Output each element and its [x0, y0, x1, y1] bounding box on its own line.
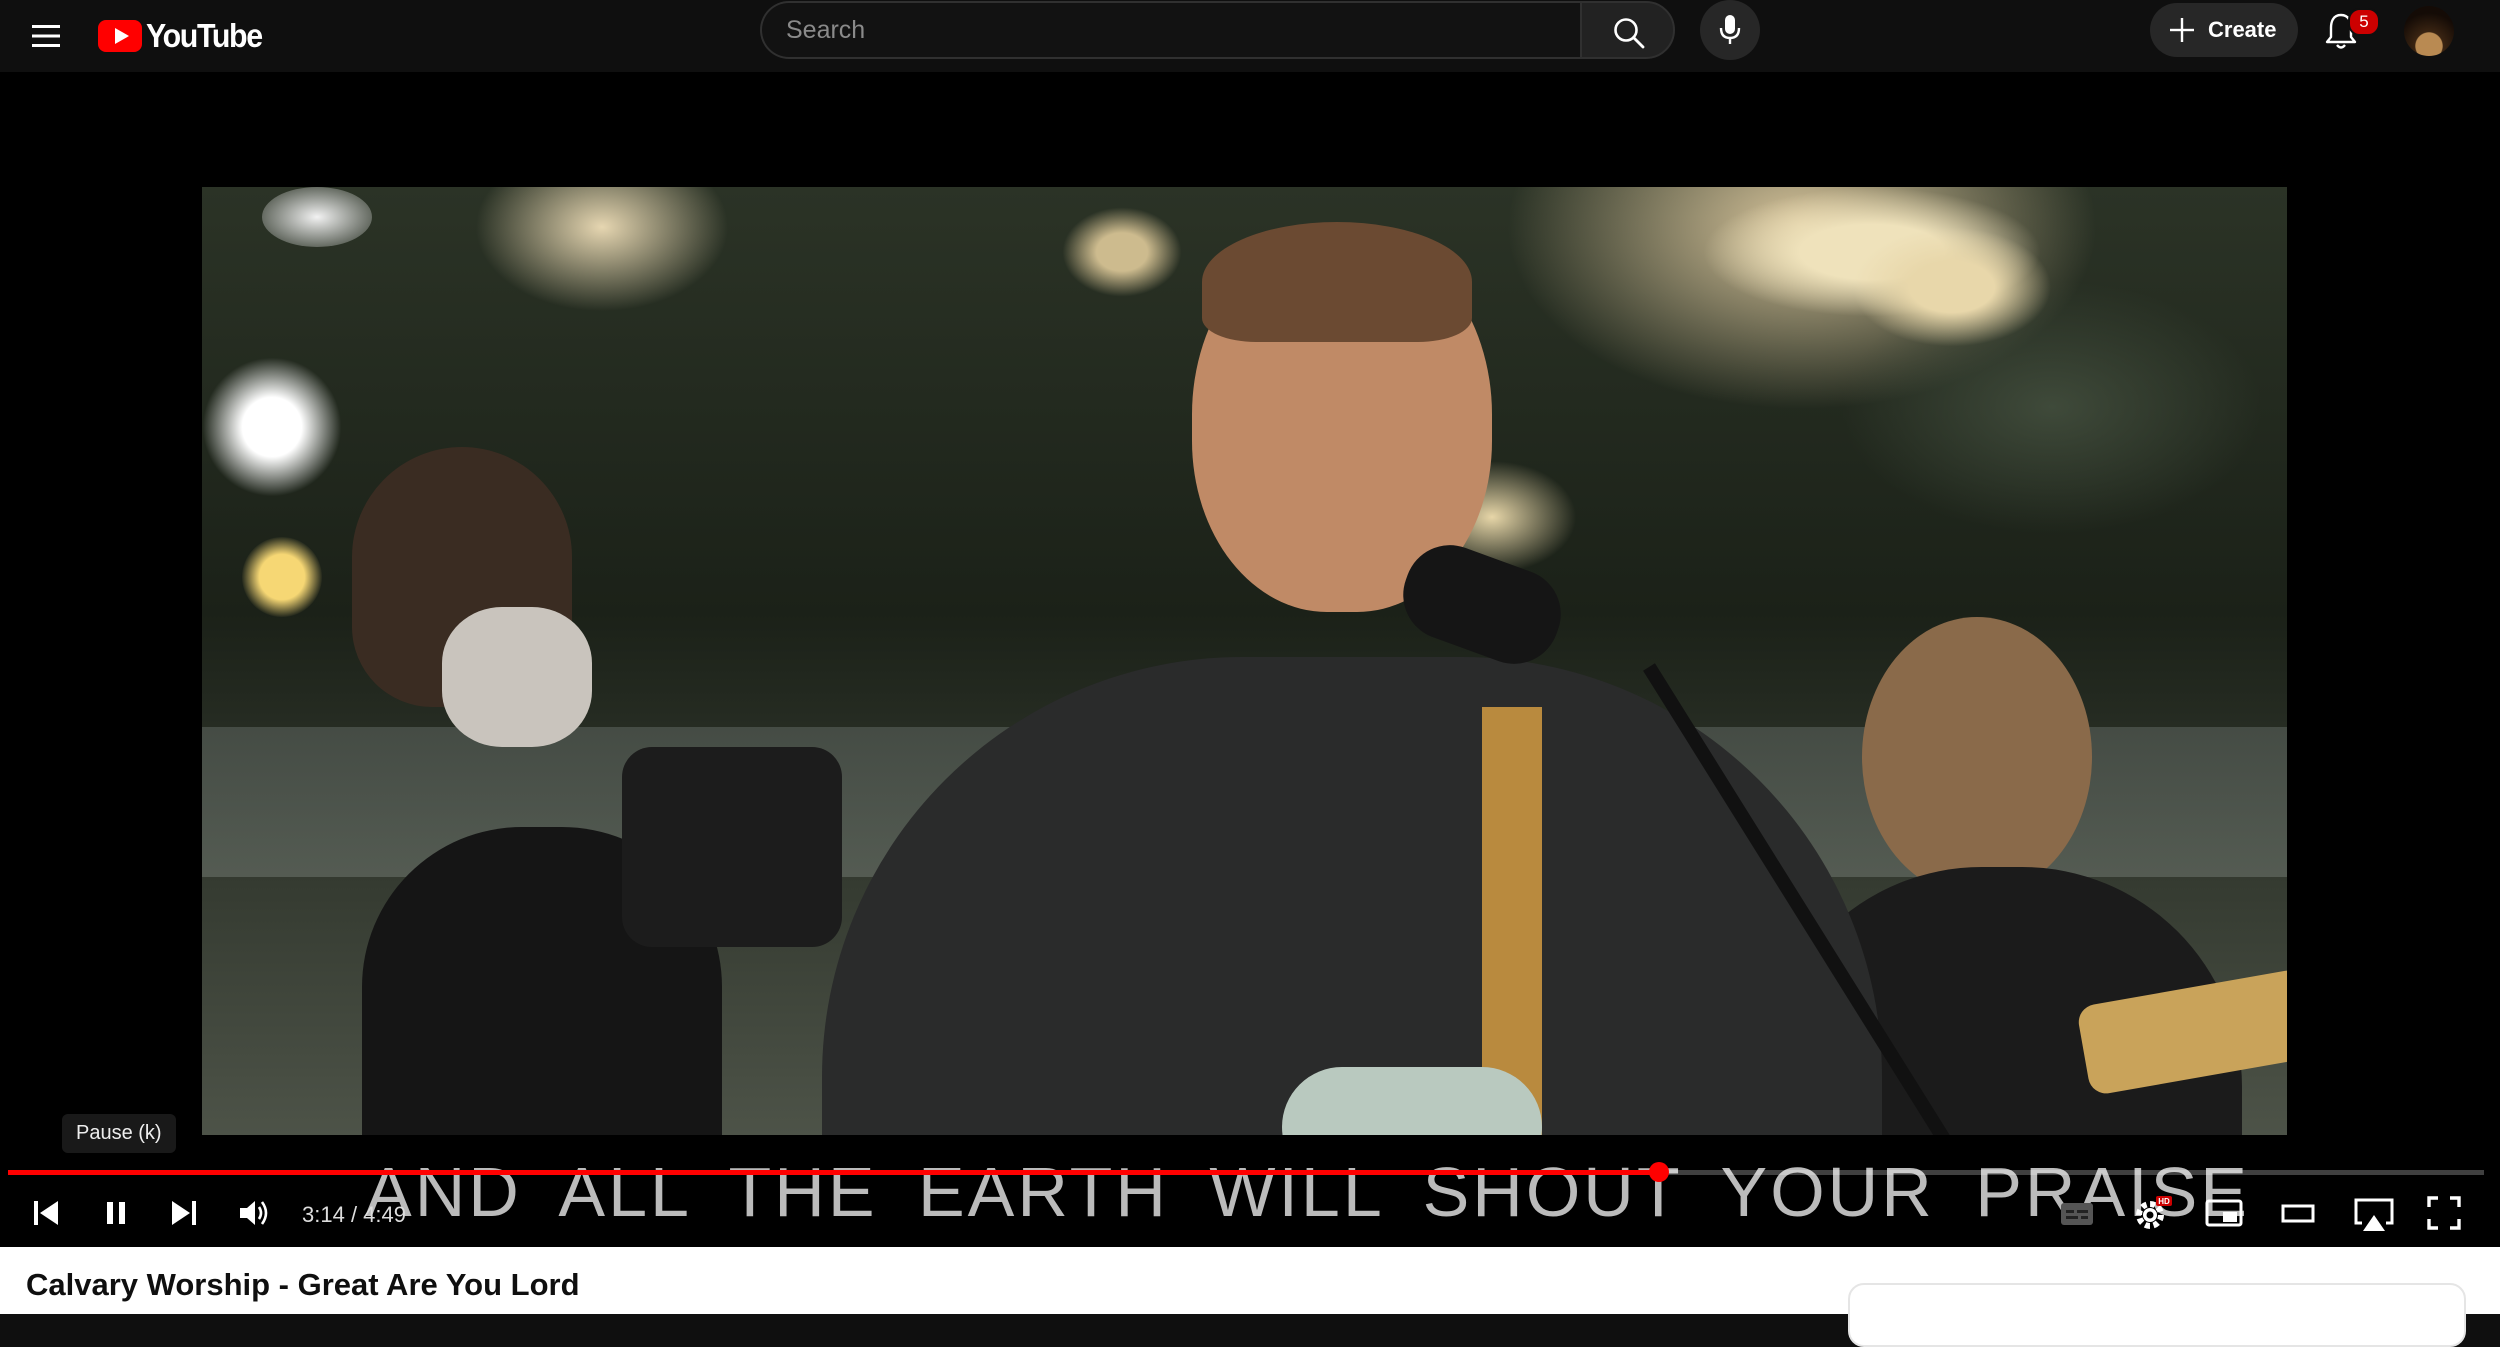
subtitles-button[interactable] [2052, 1188, 2104, 1238]
search-icon [1614, 18, 1645, 49]
progress-played [8, 1170, 1660, 1175]
previous-icon [34, 1201, 58, 1225]
time-display: 3:14 / 4:49 [302, 1202, 406, 1228]
watch-metadata: Calvary Worship - Great Are You Lord [0, 1247, 2500, 1347]
duration: 4:49 [363, 1202, 406, 1227]
masthead: YouTube Create 5 [0, 0, 2500, 72]
background-singer [1862, 617, 2092, 897]
settings-icon: HD [2136, 1196, 2172, 1229]
theater-mode-icon [2281, 1204, 2315, 1223]
hd-badge: HD [2158, 1197, 2170, 1206]
player-controls: 3:14 / 4:49 HD [0, 1180, 2500, 1244]
voice-search-button[interactable] [1700, 0, 1760, 60]
logo-text: YouTube [146, 17, 263, 54]
menu-button[interactable] [24, 14, 68, 58]
youtube-logo[interactable]: YouTube [98, 14, 272, 58]
bokeh-light [242, 537, 322, 617]
video-title: Calvary Worship - Great Are You Lord [26, 1267, 580, 1302]
search-box [760, 1, 1675, 61]
create-label: Create [2208, 17, 2277, 42]
theater-mode-button[interactable] [2272, 1188, 2324, 1238]
airplay-icon [2354, 1198, 2394, 1231]
miniplayer-icon [2205, 1199, 2243, 1227]
airplay-button[interactable] [2346, 1188, 2398, 1238]
notification-badge: 5 [2348, 8, 2380, 36]
bokeh-light [1852, 227, 2052, 347]
bokeh-light [262, 187, 372, 247]
menu-icon [32, 25, 60, 47]
bokeh-light [1062, 207, 1182, 297]
avatar[interactable] [2404, 6, 2454, 56]
miniplayer-button[interactable] [2198, 1188, 2250, 1238]
subtitles-icon [2061, 1203, 2093, 1225]
next-button[interactable] [160, 1188, 212, 1238]
fullscreen-button[interactable] [2420, 1188, 2472, 1238]
youtube-logo-icon [98, 20, 142, 52]
search-input[interactable] [760, 1, 1580, 59]
volume-icon [240, 1201, 268, 1225]
pause-button[interactable] [92, 1188, 144, 1238]
time-separator: / [344, 1202, 364, 1227]
video-player[interactable]: AND ALL THE EARTH WILL SHOUT YOUR PRAISE… [0, 72, 2500, 1247]
next-icon [172, 1201, 196, 1225]
bokeh-light [202, 357, 342, 497]
volume-button[interactable] [230, 1188, 282, 1238]
fullscreen-icon [2427, 1196, 2461, 1230]
camera-operator-face [442, 607, 592, 747]
lead-singer-hair [1202, 222, 1472, 342]
video-frame[interactable] [202, 187, 2287, 1135]
search-button[interactable] [1580, 1, 1675, 59]
pause-tooltip: Pause (k) [62, 1114, 176, 1153]
guitar-body [1282, 1067, 1542, 1135]
camera [622, 747, 842, 947]
microphone-icon [1719, 15, 1741, 44]
pause-icon [107, 1202, 125, 1224]
plus-icon [2170, 18, 2194, 42]
create-button[interactable]: Create [2150, 3, 2298, 57]
progress-bar[interactable] [8, 1162, 2484, 1182]
current-time: 3:14 [302, 1202, 345, 1227]
previous-button[interactable] [22, 1188, 74, 1238]
settings-button[interactable]: HD [2126, 1188, 2178, 1238]
sidebar-card [1848, 1283, 2466, 1347]
notifications-button[interactable]: 5 [2320, 6, 2380, 56]
